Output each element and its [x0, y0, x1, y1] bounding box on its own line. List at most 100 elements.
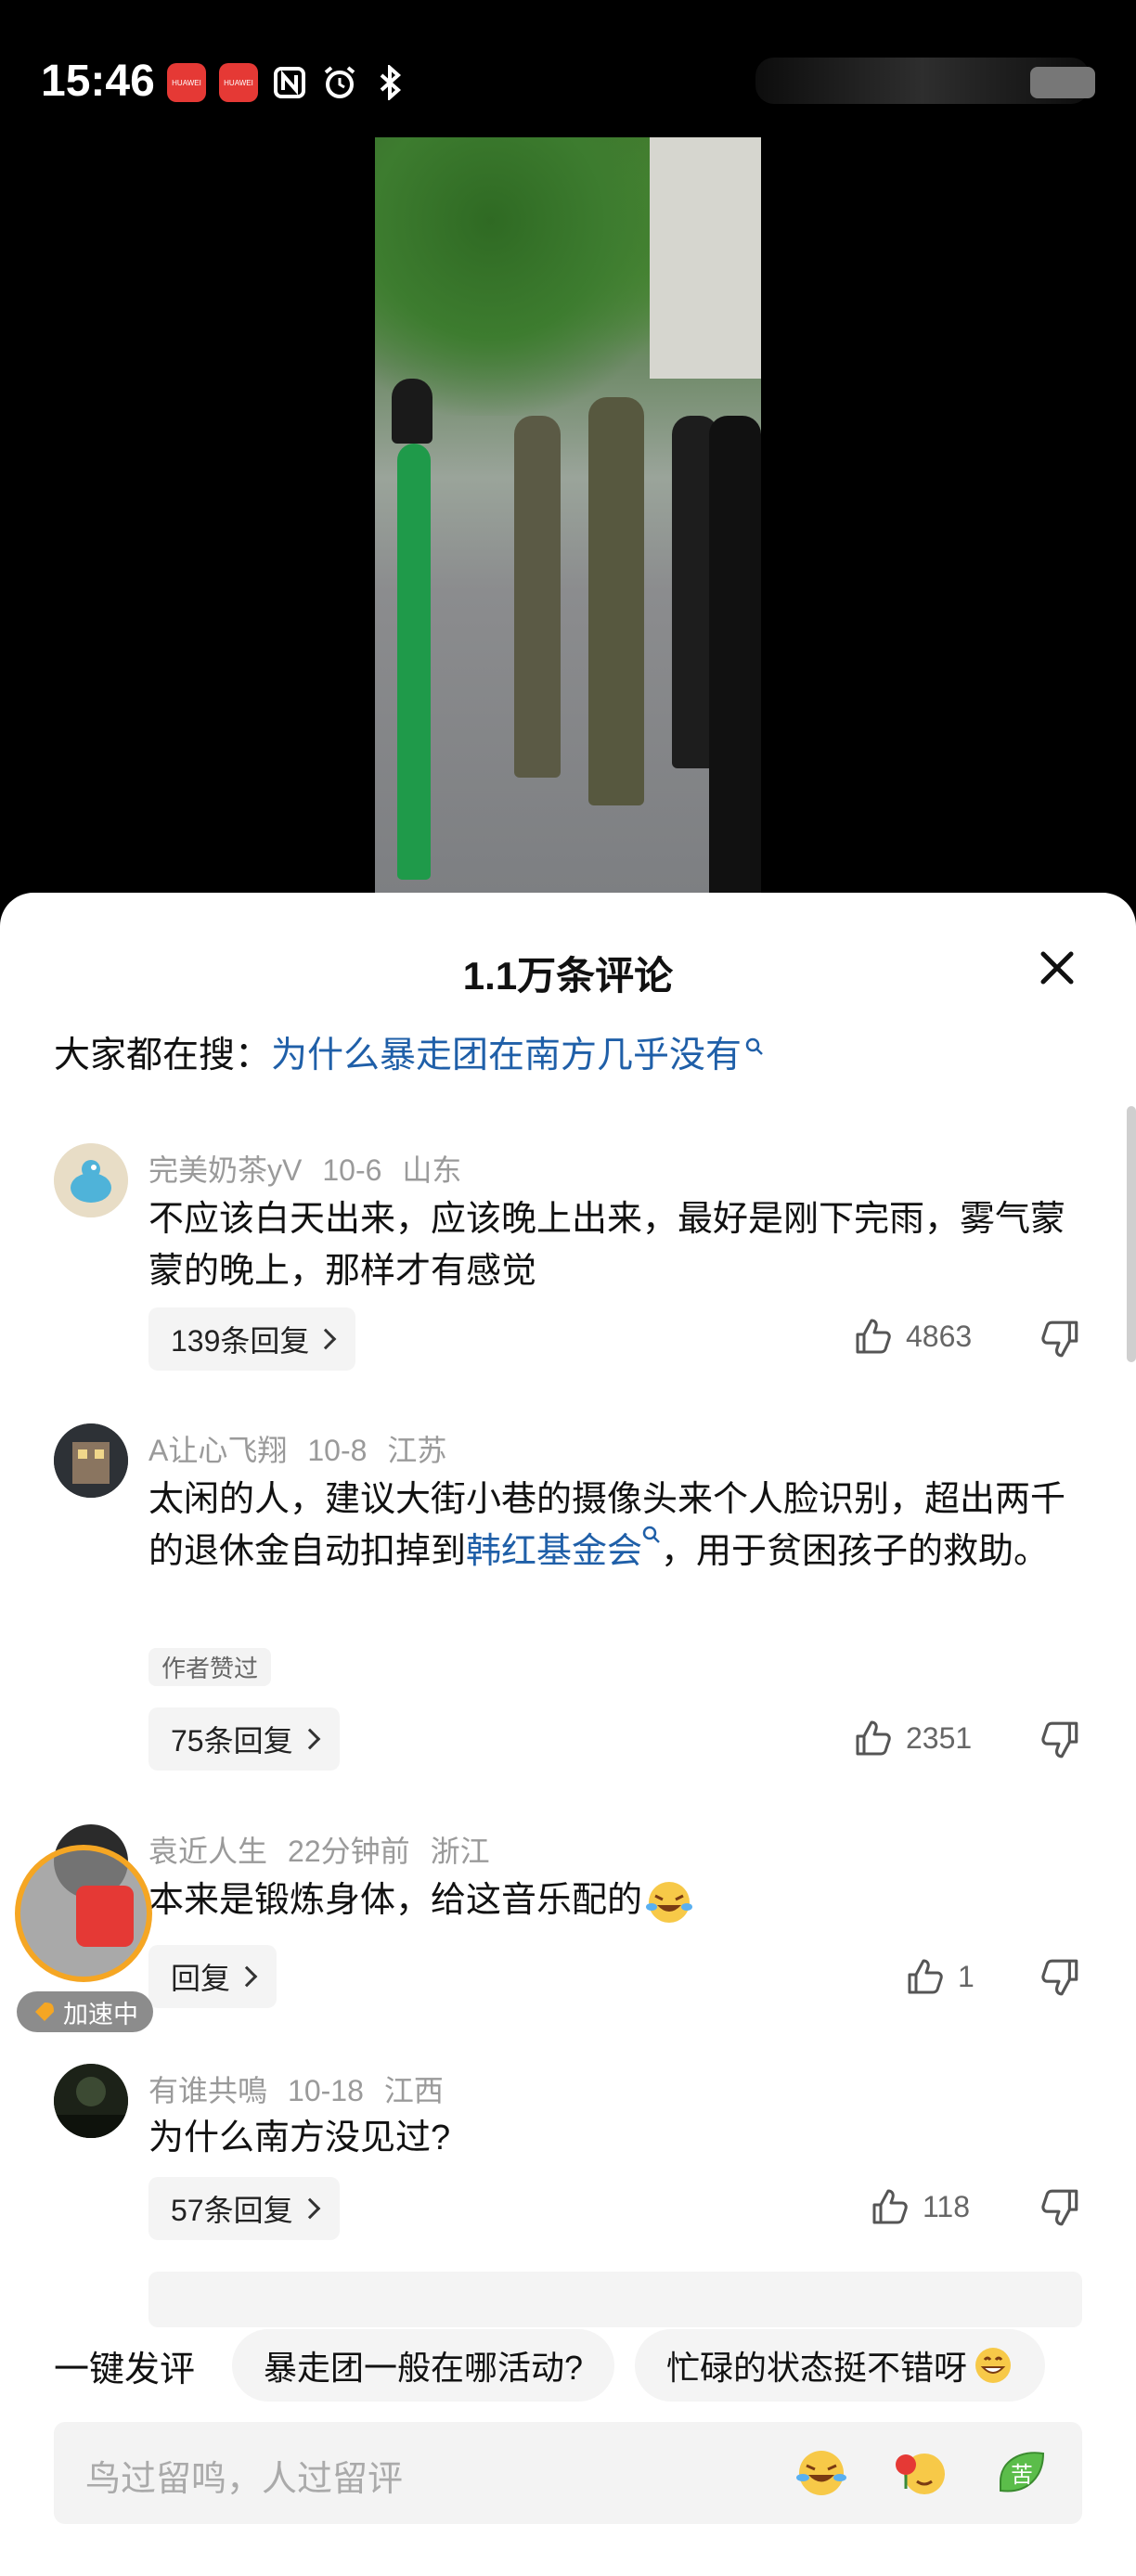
comment-location: 江西 [383, 2074, 444, 2107]
like-button[interactable]: 118 [869, 2186, 970, 2227]
bitter-melon-emoji-icon: 苦 [1000, 2452, 1045, 2492]
view-replies-label: 139条回复 [171, 1324, 310, 1358]
reply-preview-card[interactable] [148, 2272, 1082, 2327]
thumbs-down-icon [1041, 1721, 1078, 1758]
rocket-icon [35, 2003, 54, 2021]
search-icon [745, 1026, 764, 1055]
chevron-right-icon [236, 1965, 258, 1988]
like-count: 4863 [906, 1319, 973, 1353]
scrollbar[interactable] [1127, 1106, 1136, 1362]
alarm-icon [321, 64, 358, 101]
nfc-icon [271, 64, 308, 101]
trending-search: 大家都在搜：为什么暴走团在南方几乎没有 [54, 1026, 764, 1078]
dislike-button[interactable] [1039, 1956, 1082, 1999]
view-replies-button[interactable]: 57条回复 [148, 2177, 340, 2240]
comment-date: 10-6 [322, 1153, 382, 1187]
chevron-right-icon [299, 2197, 320, 2220]
grinning-emoji-icon [975, 2348, 1012, 2383]
quick-comment-label: 一键发评 [54, 2350, 196, 2389]
quick-comment-option-label: 忙碌的状态挺不错呀 [666, 2349, 968, 2387]
avatar[interactable] [54, 2064, 128, 2138]
status-icons: HUAWEI HUAWEI [167, 63, 408, 102]
laughing-crying-emoji-icon [796, 2451, 846, 2495]
search-icon [642, 1526, 660, 1543]
rose-emoji-button[interactable] [893, 2444, 950, 2502]
comment-text[interactable]: 本来是锻炼身体，给这音乐配的 [148, 1874, 1086, 1926]
video-dancer [514, 416, 561, 778]
comment-user[interactable]: A让心飞翔 [148, 1434, 287, 1467]
reply-label: 回复 [171, 1962, 231, 1995]
quick-comment-option[interactable]: 忙碌的状态挺不错呀 [635, 2329, 1046, 2402]
comments-title: 1.1万条评论 [462, 954, 674, 998]
comment-meta: 有谁共鳴 10-18 江西 [148, 2067, 464, 2110]
huawei-app-icon: HUAWEI [167, 63, 206, 102]
comment-date: 10-8 [307, 1434, 368, 1467]
comment-input-placeholder: 鸟过留鸣，人过留评 [85, 2460, 404, 2499]
chevron-right-icon [299, 1728, 320, 1750]
view-replies-button[interactable]: 139条回复 [148, 1307, 356, 1371]
chevron-right-icon [316, 1328, 337, 1350]
quick-comment-option[interactable]: 暴走团一般在哪活动? [232, 2329, 615, 2402]
thumbs-up-icon [872, 2189, 908, 2224]
video-dancer [397, 444, 431, 880]
comment-text[interactable]: 太闲的人，建议大街小巷的摄像头来个人脸识别，超出两千的退休金自动扣掉到韩红基金会… [148, 1474, 1086, 1578]
comment-location: 江苏 [387, 1434, 447, 1467]
comment-meta: 袁近人生 22分钟前 浙江 [148, 1828, 510, 1871]
view-replies-label: 57条回复 [171, 2194, 293, 2227]
view-replies-label: 75条回复 [171, 1724, 293, 1758]
thumbs-up-icon [856, 1319, 891, 1354]
comment-text-link[interactable]: 韩红基金会 [466, 1532, 642, 1571]
speeding-label: 加速中 [63, 2000, 138, 2029]
comment-text-part: 本来是锻炼身体，给这音乐配的 [148, 1881, 643, 1920]
status-bar: 15:46 HUAWEI HUAWEI [0, 0, 1136, 139]
bitter-emoji-text: 苦 [1011, 2462, 1033, 2488]
like-count: 1 [958, 1959, 975, 1993]
dislike-button[interactable] [1039, 1318, 1082, 1360]
rose-emoji-icon [896, 2454, 945, 2494]
dislike-button[interactable] [1039, 2186, 1082, 2229]
laughing-crying-emoji-icon [646, 1881, 693, 1923]
bitter-emoji-button[interactable]: 苦 [993, 2444, 1051, 2502]
trending-search-link[interactable]: 为什么暴走团在南方几乎没有 [271, 1036, 742, 1075]
comment-text[interactable]: 为什么南方没见过? [148, 2112, 1086, 2164]
trending-search-prefix: 大家都在搜： [54, 1036, 272, 1075]
thumbs-down-icon [1041, 2189, 1078, 2226]
reply-button[interactable]: 回复 [148, 1945, 278, 2008]
comment-location: 山东 [402, 1153, 462, 1187]
laughing-emoji-button[interactable] [793, 2444, 850, 2502]
thumbs-down-icon [1041, 1320, 1078, 1358]
status-time: 15:46 [41, 57, 155, 106]
comment-meta: A让心飞翔 10-8 江苏 [148, 1427, 467, 1470]
quick-comment-row: 一键发评 暴走团一般在哪活动? 忙碌的状态挺不错呀 [54, 2329, 1065, 2402]
video-building [650, 137, 761, 379]
speeding-badge[interactable]: 加速中 [17, 1991, 153, 2032]
comment-date: 22分钟前 [288, 1835, 410, 1868]
bluetooth-icon [371, 64, 408, 101]
avatar[interactable] [54, 1143, 128, 1217]
comment-text[interactable]: 不应该白天出来，应该晚上出来，最好是刚下完雨，雾气蒙蒙的晚上，那样才有感觉 [148, 1193, 1086, 1297]
red-packet-icon [76, 1886, 134, 1947]
like-button[interactable]: 4863 [852, 1316, 972, 1357]
comment-user[interactable]: 有谁共鳴 [148, 2074, 267, 2107]
dislike-button[interactable] [1039, 1719, 1082, 1761]
comment-user[interactable]: 完美奶茶yV [148, 1153, 302, 1187]
like-button[interactable]: 2351 [852, 1718, 972, 1758]
close-button[interactable] [1034, 945, 1080, 991]
comment-meta: 完美奶茶yV 10-6 山东 [148, 1147, 482, 1190]
thumbs-up-icon [908, 1959, 943, 1994]
like-button[interactable]: 1 [904, 1956, 975, 1997]
close-icon [1040, 951, 1074, 985]
comment-location: 浙江 [430, 1835, 490, 1868]
video-dancer [392, 379, 432, 444]
like-count: 118 [923, 2189, 971, 2223]
view-replies-button[interactable]: 75条回复 [148, 1707, 340, 1771]
video-dancer [588, 397, 644, 805]
video-player[interactable] [375, 137, 761, 894]
avatar[interactable] [54, 1423, 128, 1498]
thumbs-down-icon [1041, 1959, 1078, 1996]
comment-text-part: ，用于贫困孩子的救助。 [661, 1532, 1050, 1571]
like-count: 2351 [906, 1720, 973, 1755]
comment-input[interactable]: 鸟过留鸣，人过留评 苦 [54, 2422, 1082, 2524]
author-liked-tag: 作者赞过 [148, 1648, 272, 1686]
comment-user[interactable]: 袁近人生 [148, 1835, 267, 1868]
